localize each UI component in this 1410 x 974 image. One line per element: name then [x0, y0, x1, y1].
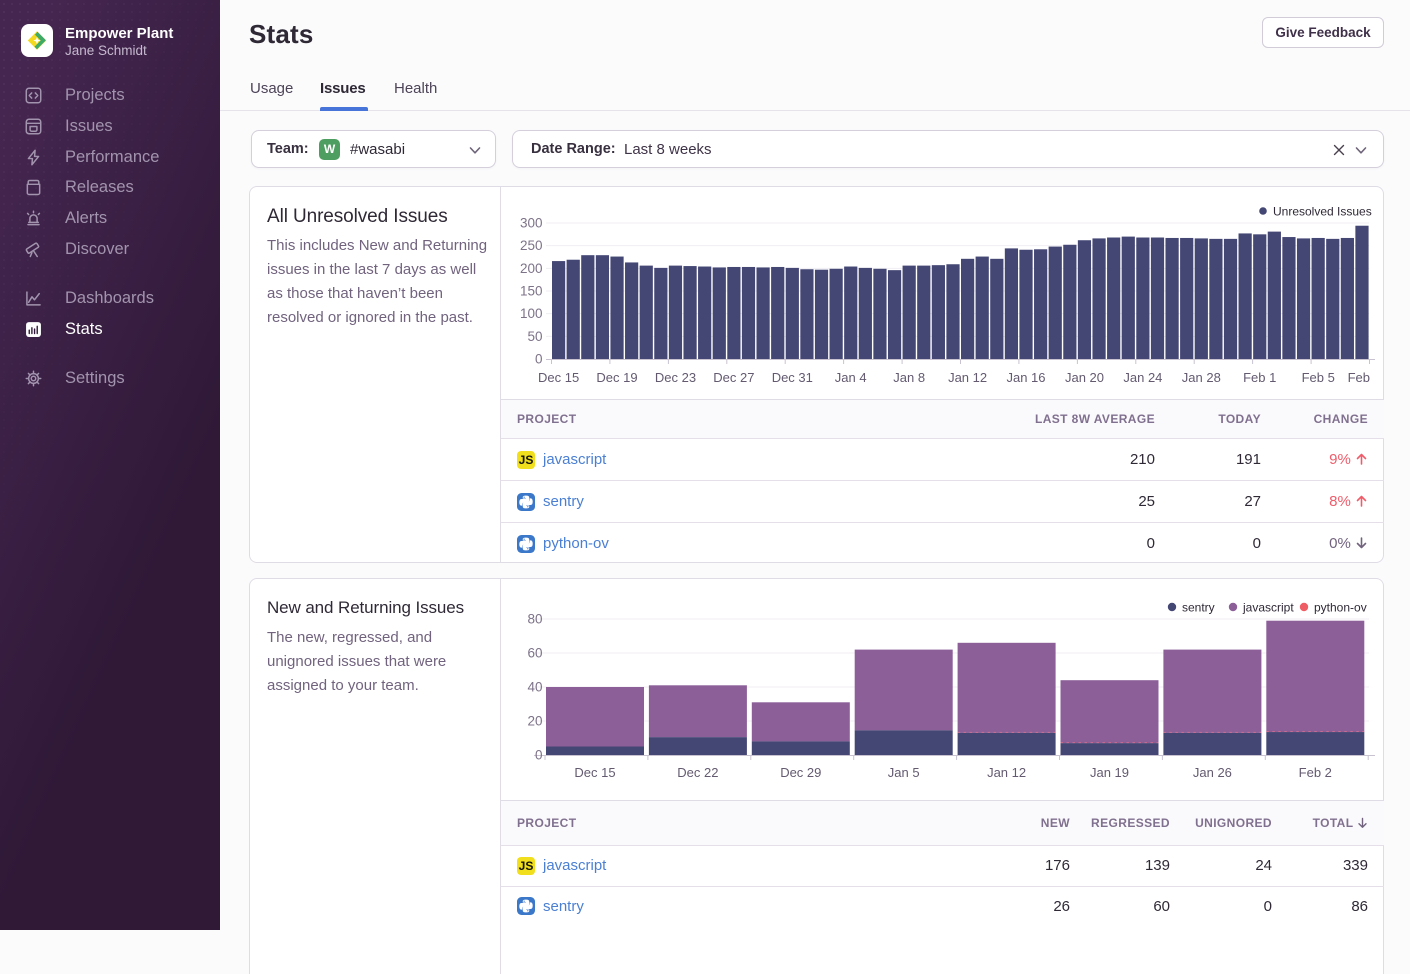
svg-text:200: 200: [520, 261, 543, 276]
svg-text:0: 0: [535, 352, 543, 367]
svg-text:Jan 19: Jan 19: [1090, 765, 1129, 780]
svg-text:Dec 15: Dec 15: [574, 765, 615, 780]
svg-text:40: 40: [527, 680, 542, 695]
svg-text:Dec 23: Dec 23: [655, 370, 696, 385]
svg-text:Jan 24: Jan 24: [1123, 370, 1162, 385]
svg-text:Dec 27: Dec 27: [713, 370, 754, 385]
svg-text:50: 50: [527, 329, 542, 344]
svg-text:Jan 26: Jan 26: [1193, 765, 1232, 780]
svg-text:80: 80: [527, 612, 542, 627]
svg-text:Jan 5: Jan 5: [888, 765, 920, 780]
svg-text:sentry: sentry: [1182, 601, 1215, 615]
svg-text:Feb 1: Feb 1: [1243, 370, 1276, 385]
svg-text:Jan 8: Jan 8: [893, 370, 925, 385]
svg-text:Dec 22: Dec 22: [677, 765, 718, 780]
svg-text:60: 60: [527, 646, 542, 661]
svg-text:250: 250: [520, 238, 543, 253]
svg-text:0: 0: [535, 748, 543, 763]
svg-text:Dec 19: Dec 19: [596, 370, 637, 385]
svg-text:javascript: javascript: [1242, 601, 1294, 615]
svg-text:Dec 15: Dec 15: [538, 370, 579, 385]
svg-text:Feb 2: Feb 2: [1299, 765, 1332, 780]
svg-text:Jan 12: Jan 12: [948, 370, 987, 385]
svg-text:Feb: Feb: [1348, 370, 1370, 385]
svg-text:300: 300: [520, 216, 543, 231]
svg-text:Dec 31: Dec 31: [772, 370, 813, 385]
svg-text:Feb 5: Feb 5: [1302, 370, 1335, 385]
svg-text:Jan 20: Jan 20: [1065, 370, 1104, 385]
svg-text:Unresolved Issues: Unresolved Issues: [1273, 205, 1372, 219]
svg-text:Jan 12: Jan 12: [987, 765, 1026, 780]
svg-text:150: 150: [520, 284, 543, 299]
svg-text:Dec 29: Dec 29: [780, 765, 821, 780]
svg-text:Jan 28: Jan 28: [1182, 370, 1221, 385]
svg-text:Jan 4: Jan 4: [835, 370, 867, 385]
svg-text:python-ov: python-ov: [1314, 601, 1367, 615]
svg-text:Jan 16: Jan 16: [1006, 370, 1045, 385]
svg-text:20: 20: [527, 714, 542, 729]
svg-text:100: 100: [520, 306, 543, 321]
